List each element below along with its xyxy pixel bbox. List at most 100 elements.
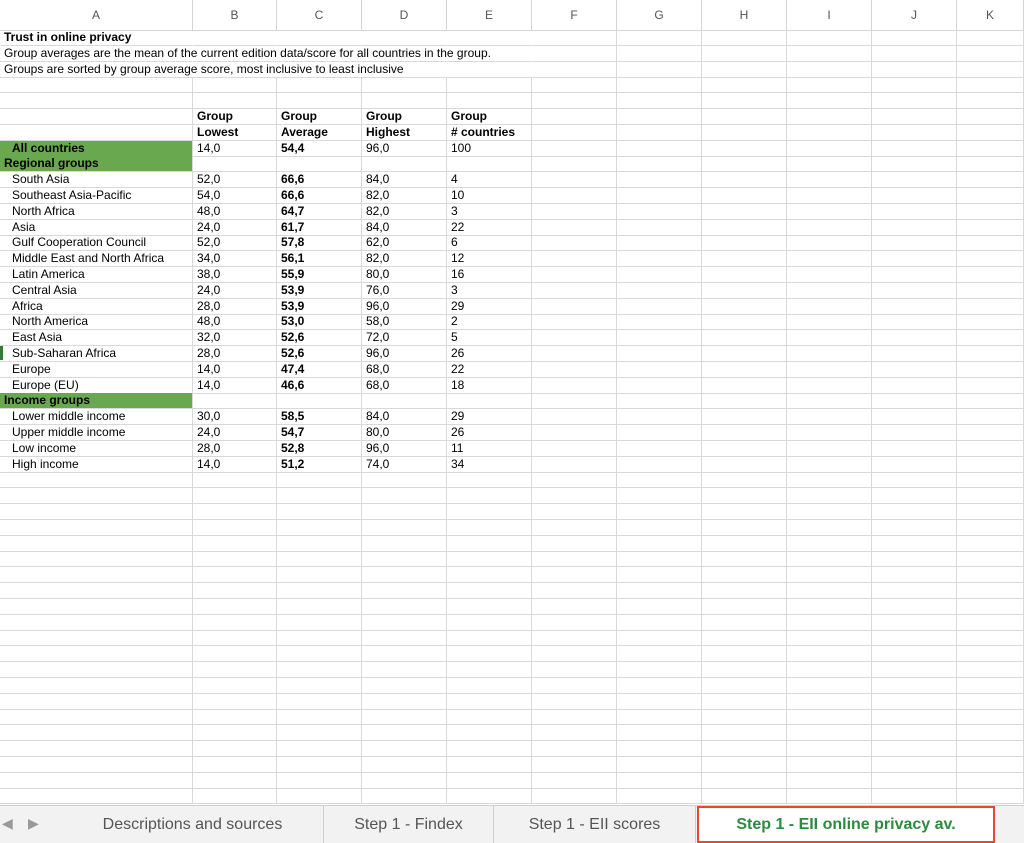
cell-k25[interactable] <box>957 409 1024 426</box>
cell-j23[interactable] <box>872 377 957 394</box>
cell-j48[interactable] <box>872 772 957 789</box>
cell-d49[interactable] <box>362 788 447 805</box>
cell-j31[interactable] <box>872 504 957 520</box>
cell-e9[interactable] <box>447 156 532 173</box>
cell-h48[interactable] <box>702 772 787 789</box>
cell-i16[interactable] <box>787 267 872 283</box>
cell-c39[interactable] <box>277 630 362 647</box>
cell-g23[interactable] <box>617 377 702 394</box>
cell-c11[interactable]: 66,6 <box>277 188 362 204</box>
cell-c32[interactable] <box>277 519 362 536</box>
cell-g21[interactable] <box>617 346 702 362</box>
cell-j43[interactable] <box>872 693 957 710</box>
cell-d34[interactable] <box>362 551 447 568</box>
cell-j33[interactable] <box>872 535 957 552</box>
cell-c22[interactable]: 47,4 <box>277 361 362 378</box>
cell-e28[interactable]: 34 <box>447 456 532 473</box>
cell-c29[interactable] <box>277 472 362 489</box>
cell-b8[interactable]: 14,0 <box>193 140 277 157</box>
cell-d8[interactable]: 96,0 <box>362 140 447 157</box>
cell-h24[interactable] <box>702 393 787 410</box>
cell-j46[interactable] <box>872 741 957 757</box>
cell-e11[interactable]: 10 <box>447 188 532 204</box>
cell-e30[interactable] <box>447 488 532 505</box>
cell-k15[interactable] <box>957 251 1024 268</box>
cell-c21[interactable]: 52,6 <box>277 346 362 362</box>
cell-e29[interactable] <box>447 472 532 489</box>
cell-c34[interactable] <box>277 551 362 568</box>
cell-b25[interactable]: 30,0 <box>193 409 277 426</box>
cell-b18[interactable]: 28,0 <box>193 298 277 315</box>
cell-i5[interactable] <box>787 93 872 110</box>
cell-h6[interactable] <box>702 109 787 125</box>
cell-g14[interactable] <box>617 235 702 252</box>
cell-i37[interactable] <box>787 598 872 615</box>
cell-k45[interactable] <box>957 725 1024 742</box>
cell-i10[interactable] <box>787 172 872 189</box>
cell-k20[interactable] <box>957 330 1024 347</box>
cell-h39[interactable] <box>702 630 787 647</box>
cell-b46[interactable] <box>193 741 277 757</box>
cell-h15[interactable] <box>702 251 787 268</box>
cell-f17[interactable] <box>532 282 617 299</box>
cell-i26[interactable] <box>787 425 872 441</box>
cell-c23[interactable]: 46,6 <box>277 377 362 394</box>
cell-d42[interactable] <box>362 677 447 694</box>
cell-e48[interactable] <box>447 772 532 789</box>
cell-b34[interactable] <box>193 551 277 568</box>
cell-j27[interactable] <box>872 440 957 457</box>
cell-c43[interactable] <box>277 693 362 710</box>
cell-a26[interactable]: Upper middle income <box>0 425 193 441</box>
cell-k3[interactable] <box>957 61 1024 78</box>
cell-g25[interactable] <box>617 409 702 426</box>
cell-e8[interactable]: 100 <box>447 140 532 157</box>
cell-c42[interactable] <box>277 677 362 694</box>
cell-a33[interactable] <box>0 535 193 552</box>
cell-e33[interactable] <box>447 535 532 552</box>
column-header-a[interactable]: A <box>0 0 193 30</box>
cell-i35[interactable] <box>787 567 872 584</box>
cell-j45[interactable] <box>872 725 957 742</box>
cell-h30[interactable] <box>702 488 787 505</box>
cell-a41[interactable] <box>0 662 193 678</box>
cell-g49[interactable] <box>617 788 702 805</box>
cell-f43[interactable] <box>532 693 617 710</box>
cell-i42[interactable] <box>787 677 872 694</box>
cell-a38[interactable] <box>0 614 193 631</box>
cell-k26[interactable] <box>957 425 1024 441</box>
cell-f1[interactable] <box>532 30 617 46</box>
cell-h21[interactable] <box>702 346 787 362</box>
cell-b31[interactable] <box>193 504 277 520</box>
cell-b10[interactable]: 52,0 <box>193 172 277 189</box>
cell-i48[interactable] <box>787 772 872 789</box>
prev-sheet-arrow-icon[interactable]: ◀ <box>2 815 13 832</box>
cell-b6[interactable]: Group <box>193 109 277 125</box>
cell-b36[interactable] <box>193 583 277 599</box>
cell-h27[interactable] <box>702 440 787 457</box>
cell-e25[interactable]: 29 <box>447 409 532 426</box>
cell-d14[interactable]: 62,0 <box>362 235 447 252</box>
cell-d33[interactable] <box>362 535 447 552</box>
cell-c13[interactable]: 61,7 <box>277 219 362 236</box>
cell-k2[interactable] <box>957 45 1024 62</box>
cell-a35[interactable] <box>0 567 193 584</box>
cell-h20[interactable] <box>702 330 787 347</box>
cell-a47[interactable] <box>0 756 193 773</box>
cell-f42[interactable] <box>532 677 617 694</box>
cell-d16[interactable]: 80,0 <box>362 267 447 283</box>
cell-e21[interactable]: 26 <box>447 346 532 362</box>
cell-e16[interactable]: 16 <box>447 267 532 283</box>
cell-j2[interactable] <box>872 45 957 62</box>
cell-c7[interactable]: Average <box>277 124 362 141</box>
cell-g32[interactable] <box>617 519 702 536</box>
cell-a6[interactable] <box>0 109 193 125</box>
cell-c30[interactable] <box>277 488 362 505</box>
cell-g33[interactable] <box>617 535 702 552</box>
cell-a7[interactable] <box>0 124 193 141</box>
cell-e31[interactable] <box>447 504 532 520</box>
cell-g47[interactable] <box>617 756 702 773</box>
cell-h13[interactable] <box>702 219 787 236</box>
cell-b23[interactable]: 14,0 <box>193 377 277 394</box>
cell-k32[interactable] <box>957 519 1024 536</box>
cell-i43[interactable] <box>787 693 872 710</box>
